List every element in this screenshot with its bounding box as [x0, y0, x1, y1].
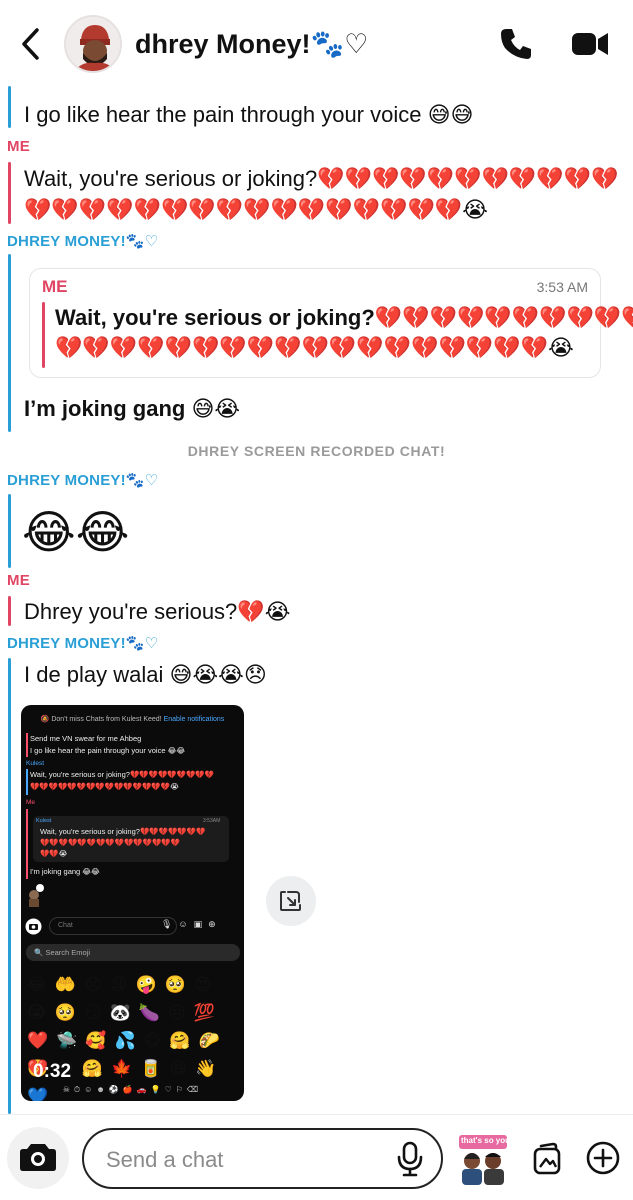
bitmoji-sticker-button[interactable]: that's so you — [455, 1133, 511, 1185]
quote-bar — [42, 302, 45, 368]
quote-sender: ME — [42, 277, 68, 296]
message-text[interactable]: Dhrey you're serious?💔😭 — [24, 597, 290, 627]
video-text: Wait, you're serious or joking?💔💔💔💔💔💔💔💔💔 — [30, 770, 214, 779]
video-sender: Me — [26, 799, 36, 806]
phone-icon — [501, 29, 531, 59]
video-bar — [26, 809, 28, 879]
send-chat-input[interactable]: Send a chat — [82, 1128, 443, 1189]
quote-text: Wait, you're serious or joking?💔💔💔💔💔💔💔💔💔… — [55, 305, 633, 330]
search-icon: 🔍 — [34, 948, 44, 957]
camera-icon — [25, 918, 42, 935]
bell-off-icon: 🔕 — [40, 716, 50, 723]
bitmoji-typing-icon — [29, 884, 44, 907]
sender-label: ME — [7, 572, 30, 589]
save-video-button[interactable] — [266, 876, 316, 926]
sender-label: DHREY MONEY!🐾♡ — [7, 233, 159, 250]
message-text[interactable]: I’m joking gang 😅😭 — [24, 394, 240, 424]
chat-header: dhrey Money!🐾♡ — [0, 0, 633, 86]
chat-thread[interactable]: I go like hear the pain through your voi… — [0, 86, 633, 1114]
message-bar — [8, 658, 11, 1114]
video-bar — [26, 733, 28, 757]
message-bar — [8, 86, 11, 128]
search-text: Search Emoji — [45, 948, 91, 957]
message-bar — [8, 254, 11, 432]
video-emoji-search: 🔍 Search Emoji — [26, 944, 240, 961]
composer-bar: Send a chat that's so you — [0, 1114, 633, 1200]
emoji-row: 😂🤲😞😩🤪🥺😍😢 — [27, 975, 220, 1022]
video-sender: Kulest — [26, 760, 45, 767]
video-text: 💔💔💔💔💔💔💔💔💔💔💔💔💔💔💔😭 — [30, 782, 179, 791]
back-button[interactable] — [14, 26, 46, 62]
video-attachment[interactable]: 🔕 Don't miss Chats from Kulest Keed! Ena… — [21, 705, 244, 1101]
chat-title[interactable]: dhrey Money!🐾♡ — [135, 28, 368, 60]
video-card-text: Wait, you're serious or joking?💔💔💔💔💔💔💔 — [40, 827, 206, 836]
camera-icon — [20, 1144, 56, 1171]
sender-label: DHREY MONEY!🐾♡ — [7, 472, 159, 489]
video-chat-input: Chat — [49, 917, 177, 935]
sender-label: ME — [7, 138, 30, 155]
chevron-left-icon — [22, 28, 39, 60]
message-text-continued[interactable]: 💔💔💔💔💔💔💔💔💔💔💔💔💔💔💔💔😭 — [24, 195, 488, 225]
video-text: Send me VN swear for me Ahbeg — [30, 734, 142, 743]
emoji-row: 😭🥺😏🐼🍆😢💯😏 — [27, 1003, 223, 1050]
microphone-button[interactable] — [394, 1141, 426, 1177]
message-text[interactable]: Wait, you're serious or joking?💔💔💔💔💔💔💔💔💔… — [24, 164, 619, 194]
chat-placeholder: Send a chat — [106, 1147, 224, 1172]
sender-label: DHREY MONEY!🐾♡ — [7, 635, 159, 652]
quote-text-continued: 💔💔💔💔💔💔💔💔💔💔💔💔💔💔💔💔💔💔😭 — [55, 335, 574, 360]
memories-button[interactable] — [529, 1140, 565, 1176]
sticker-caption: that's so you — [461, 1136, 511, 1145]
message-bar — [8, 596, 11, 626]
notice-text: Don't miss Chats from Kulest Keed! — [51, 716, 162, 723]
message-emoji-large[interactable]: 😂😂 — [22, 504, 130, 560]
video-camera-icon — [572, 33, 608, 55]
video-quote-card: Kulest 3:53AM Wait, you're serious or jo… — [33, 816, 229, 862]
voice-call-button[interactable] — [498, 26, 534, 62]
system-notice: DHREY SCREEN RECORDED CHAT! — [187, 443, 446, 459]
quote-timestamp: 3:53 AM — [536, 279, 588, 295]
memories-icon — [533, 1142, 561, 1175]
video-card-text: 💔💔💔💔💔💔💔💔💔💔💔💔💔💔💔 — [40, 838, 181, 847]
quoted-message[interactable]: ME 3:53 AM Wait, you're serious or jokin… — [29, 268, 633, 378]
more-actions-button[interactable] — [585, 1140, 621, 1176]
microphone-icon — [397, 1141, 423, 1177]
camera-button[interactable] — [7, 1127, 69, 1189]
video-text: I'm joking gang 😂😂 — [30, 867, 100, 876]
video-card-time: 3:53AM — [203, 818, 221, 824]
friend-avatar[interactable] — [64, 15, 122, 73]
enable-notifications-link: Enable notifications — [163, 716, 225, 723]
video-text: I go like hear the pain through your voi… — [30, 746, 186, 755]
bitmoji-avatar-icon — [66, 17, 120, 71]
emoji-category-bar: ☠⏱☺☻⚽🍎🚗💡♡⚐⌫ — [62, 1085, 203, 1094]
video-bar — [26, 769, 28, 795]
notification-banner: 🔕 Don't miss Chats from Kulest Keed! Ena… — [21, 715, 244, 723]
video-card-sender: Kulest — [36, 818, 52, 824]
emoji-row: ❤️🛸🥰💦😋🤗🌮🥺 — [27, 1031, 228, 1078]
message-bar — [8, 162, 11, 224]
video-duration: 0:32 — [33, 1061, 72, 1082]
message-bar — [8, 494, 11, 568]
video-call-button[interactable] — [570, 29, 610, 59]
download-icon — [280, 891, 301, 911]
message-text[interactable]: I de play walai 😅😭😭😞 — [24, 660, 267, 690]
video-card-text: 💔💔😭 — [40, 849, 68, 858]
message-text[interactable]: I go like hear the pain through your voi… — [24, 100, 473, 130]
plus-circle-icon — [586, 1141, 620, 1175]
video-input-icons: 🎙☺▣⊕ — [161, 919, 222, 929]
